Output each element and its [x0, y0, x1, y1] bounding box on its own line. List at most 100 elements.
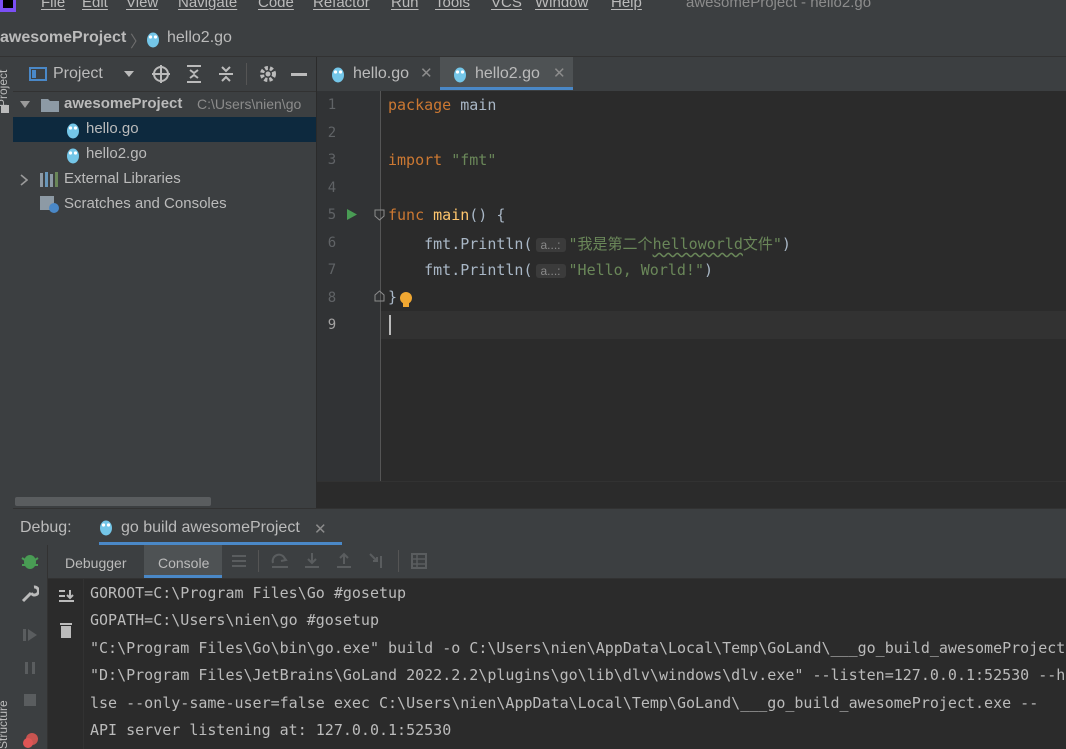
locate-icon[interactable] — [151, 64, 171, 84]
close-icon[interactable]: ✕ — [314, 520, 327, 538]
lightbulb-icon[interactable] — [399, 291, 413, 309]
project-panel: Project awesomeProject C:\Users\nien\go … — [13, 57, 317, 508]
hide-panel-icon[interactable] — [291, 73, 307, 76]
keyword: package — [388, 96, 452, 114]
console-line: GOPATH=C:\Users\nien\go #gosetup — [90, 611, 379, 629]
line-number: 1 — [327, 97, 337, 113]
toolbar-divider — [246, 63, 247, 85]
code-line-6: fmt.Println(a...: "我是第二个helloworld文件") — [388, 233, 791, 254]
menu-run[interactable]: Run — [391, 0, 419, 11]
string-literal: 文件" — [742, 235, 782, 253]
menu-window[interactable]: Window — [535, 0, 588, 11]
code-line-5: func main() { — [388, 206, 505, 224]
pause-icon[interactable] — [22, 660, 38, 676]
fold-icon[interactable] — [374, 290, 385, 302]
fold-icon[interactable] — [374, 209, 385, 221]
gopher-file-icon — [67, 123, 79, 139]
project-tool-tab[interactable]: Project — [0, 70, 10, 107]
menu-bar: File Edit View Navigate Code Refactor Ru… — [0, 0, 1066, 22]
tab-hello2-go[interactable]: hello2.go ✕ — [440, 57, 573, 90]
menu-vcs[interactable]: VCS — [491, 0, 522, 11]
tree-external-libraries[interactable]: External Libraries — [13, 167, 316, 192]
step-over-icon[interactable] — [271, 553, 289, 569]
chevron-down-icon[interactable] — [123, 70, 135, 78]
tab-debugger[interactable]: Debugger — [65, 555, 127, 571]
text-caret — [389, 315, 391, 335]
line-number: 2 — [327, 125, 337, 141]
line-number: 9 — [327, 317, 337, 333]
breakpoints-icon[interactable] — [22, 731, 40, 749]
step-into-icon[interactable] — [304, 552, 320, 570]
menu-navigate[interactable]: Navigate — [178, 0, 237, 11]
code-line-1: package main — [388, 96, 496, 114]
console-line: API server listening at: 127.0.0.1:52530 — [90, 721, 452, 739]
collapse-all-icon[interactable] — [217, 64, 235, 84]
expand-all-icon[interactable] — [185, 64, 203, 84]
run-gutter-icon[interactable] — [346, 208, 358, 221]
step-out-icon[interactable] — [336, 552, 352, 570]
left-tool-strip: Project Structure — [0, 57, 14, 749]
menu-code[interactable]: Code — [258, 0, 294, 11]
evaluate-icon[interactable] — [411, 553, 427, 569]
debug-side-toolbar — [13, 545, 48, 749]
gear-icon[interactable] — [258, 64, 278, 84]
code-line-8: } — [388, 288, 397, 306]
code-line-3: import "fmt" — [388, 151, 496, 169]
tree-file-label: hello2.go — [86, 145, 147, 162]
tab-label: hello2.go — [475, 65, 540, 82]
breadcrumb-project[interactable]: awesomeProject — [0, 29, 126, 47]
code-text: () { — [469, 206, 506, 224]
debug-session-tab[interactable]: go build awesomeProject — [121, 519, 300, 537]
run-to-cursor-icon[interactable] — [368, 552, 386, 570]
scroll-to-end-icon[interactable] — [57, 589, 75, 605]
tree-file-hello-go[interactable]: hello.go — [13, 117, 316, 142]
code-editor[interactable]: 1 2 3 4 5 6 7 8 9 package main import "f… — [317, 91, 1066, 481]
keyword: func — [388, 206, 425, 224]
horizontal-scrollbar[interactable] — [15, 497, 211, 506]
folder-icon — [41, 99, 59, 112]
line-number: 6 — [327, 235, 337, 251]
breadcrumb-file[interactable]: hello2.go — [167, 29, 232, 47]
string-literal: "我是第二个 — [568, 235, 653, 253]
menu-file[interactable]: File — [41, 0, 65, 11]
code-text: ) — [703, 261, 714, 279]
close-icon[interactable]: ✕ — [553, 64, 566, 82]
tree-file-hello2-go[interactable]: hello2.go — [13, 142, 316, 167]
editor-tab-bar: hello.go ✕ hello2.go ✕ — [317, 57, 1066, 92]
menu-edit[interactable]: Edit — [82, 0, 108, 11]
tree-root-path: C:\Users\nien\go — [197, 96, 302, 112]
project-view-selector[interactable]: Project — [53, 65, 103, 83]
close-icon[interactable]: ✕ — [420, 64, 433, 82]
toolbar-divider — [258, 550, 259, 572]
gopher-file-icon — [454, 67, 466, 83]
resume-icon[interactable] — [22, 627, 38, 643]
bug-icon[interactable] — [21, 552, 39, 570]
tab-hello-go[interactable]: hello.go ✕ — [317, 57, 439, 90]
scratches-icon — [40, 196, 59, 213]
tree-root-awesomeproject[interactable]: awesomeProject C:\Users\nien\go — [13, 92, 316, 117]
structure-tool-tab[interactable]: Structure — [0, 700, 10, 749]
menu-view[interactable]: View — [126, 0, 158, 11]
menu-refactor[interactable]: Refactor — [313, 0, 370, 11]
project-panel-header: Project — [13, 57, 316, 92]
stop-icon[interactable] — [22, 692, 38, 708]
menu-tools[interactable]: Tools — [435, 0, 470, 11]
menu-icon[interactable] — [231, 553, 247, 569]
console-side-toolbar — [48, 579, 84, 749]
gopher-file-icon — [332, 67, 344, 83]
debug-tab-bar: Debugger Console — [48, 545, 1066, 579]
trash-icon[interactable] — [59, 621, 73, 639]
editor-footer — [317, 481, 1066, 509]
string-literal: "fmt" — [451, 151, 497, 169]
menu-help[interactable]: Help — [611, 0, 642, 11]
tree-scratches-consoles[interactable]: Scratches and Consoles — [13, 192, 316, 217]
code-text: fmt.Println( — [424, 235, 533, 253]
project-view-icon — [29, 67, 47, 81]
tree-item-label: Scratches and Consoles — [64, 195, 227, 212]
console-output[interactable]: GOROOT=C:\Program Files\Go #gosetup GOPA… — [84, 579, 1066, 749]
wrench-icon[interactable] — [21, 585, 39, 603]
chevron-down-icon[interactable] — [19, 100, 31, 109]
gopher-file-icon — [67, 148, 79, 164]
tab-console[interactable]: Console — [158, 555, 209, 571]
chevron-right-icon[interactable] — [20, 174, 28, 186]
